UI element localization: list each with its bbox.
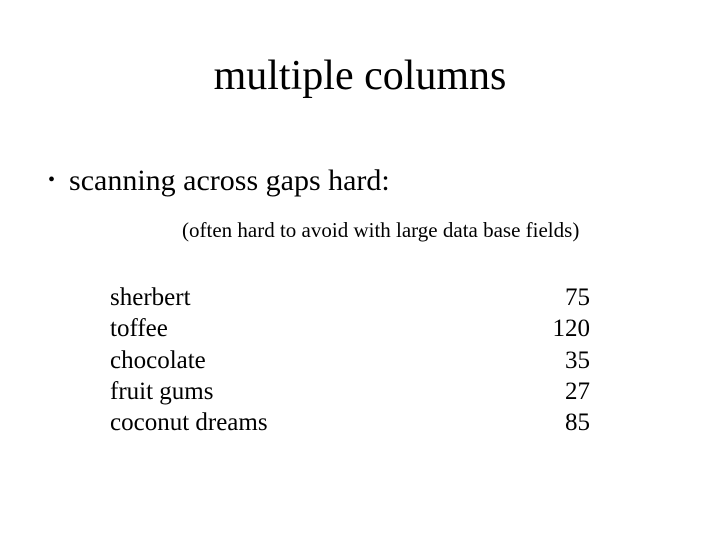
row-label: chocolate [110,345,206,376]
row-label: toffee [110,313,168,344]
bullet-text: scanning across gaps hard: [69,164,390,198]
row-value: 120 [530,313,590,344]
table-row: sherbert 75 [110,282,590,313]
table-row: coconut dreams 85 [110,407,590,438]
row-label: sherbert [110,282,191,313]
bullet-marker-icon: • [48,170,55,190]
row-label: fruit gums [110,376,213,407]
slide: multiple columns • scanning across gaps … [0,0,720,540]
page-title: multiple columns [0,52,720,100]
row-value: 75 [530,282,590,313]
subnote: (often hard to avoid with large data bas… [182,218,579,243]
row-label: coconut dreams [110,407,268,438]
row-value: 85 [530,407,590,438]
bullet-item: • scanning across gaps hard: [48,164,390,198]
table-row: chocolate 35 [110,345,590,376]
row-value: 35 [530,345,590,376]
table-row: fruit gums 27 [110,376,590,407]
two-column-list: sherbert 75 toffee 120 chocolate 35 frui… [110,282,590,438]
row-value: 27 [530,376,590,407]
table-row: toffee 120 [110,313,590,344]
